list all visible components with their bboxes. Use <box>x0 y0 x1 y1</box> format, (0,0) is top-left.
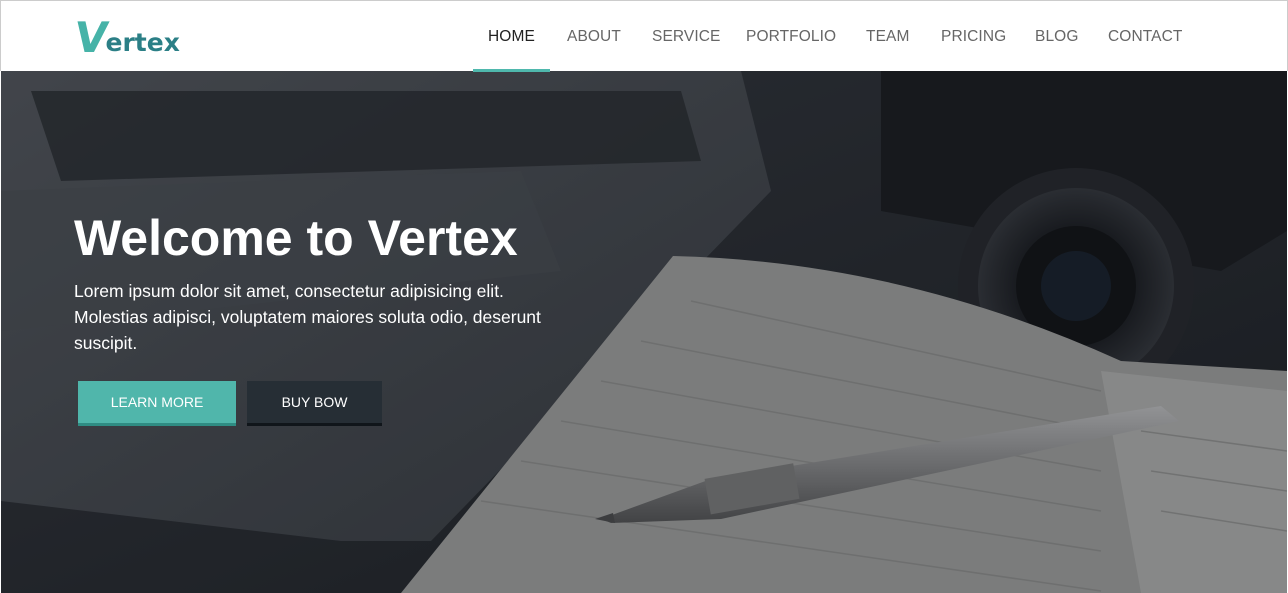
nav-portfolio[interactable]: PORTFOLIO <box>746 1 836 71</box>
logo-initial: V <box>71 13 112 62</box>
hero-section: Welcome to Vertex Lorem ipsum dolor sit … <box>1 71 1287 593</box>
learn-more-button[interactable]: LEARN MORE <box>78 381 236 423</box>
logo[interactable]: V ertex <box>71 13 180 62</box>
nav-pricing[interactable]: PRICING <box>941 1 1006 71</box>
nav-contact[interactable]: CONTACT <box>1108 1 1182 71</box>
hero-title: Welcome to Vertex <box>74 210 518 266</box>
nav-team[interactable]: TEAM <box>866 1 909 71</box>
hero-description: Lorem ipsum dolor sit amet, consectetur … <box>74 281 541 353</box>
nav-home[interactable]: HOME <box>473 1 550 72</box>
nav-about[interactable]: ABOUT <box>567 1 621 71</box>
navbar: V ertex HOME ABOUT SERVICE PORTFOLIO TEA… <box>0 0 1288 72</box>
logo-text: ertex <box>105 28 180 57</box>
nav-blog[interactable]: BLOG <box>1035 1 1078 71</box>
page: V ertex HOME ABOUT SERVICE PORTFOLIO TEA… <box>0 0 1288 593</box>
buy-now-button[interactable]: BUY BOW <box>247 381 382 423</box>
nav-service[interactable]: SERVICE <box>652 1 720 71</box>
